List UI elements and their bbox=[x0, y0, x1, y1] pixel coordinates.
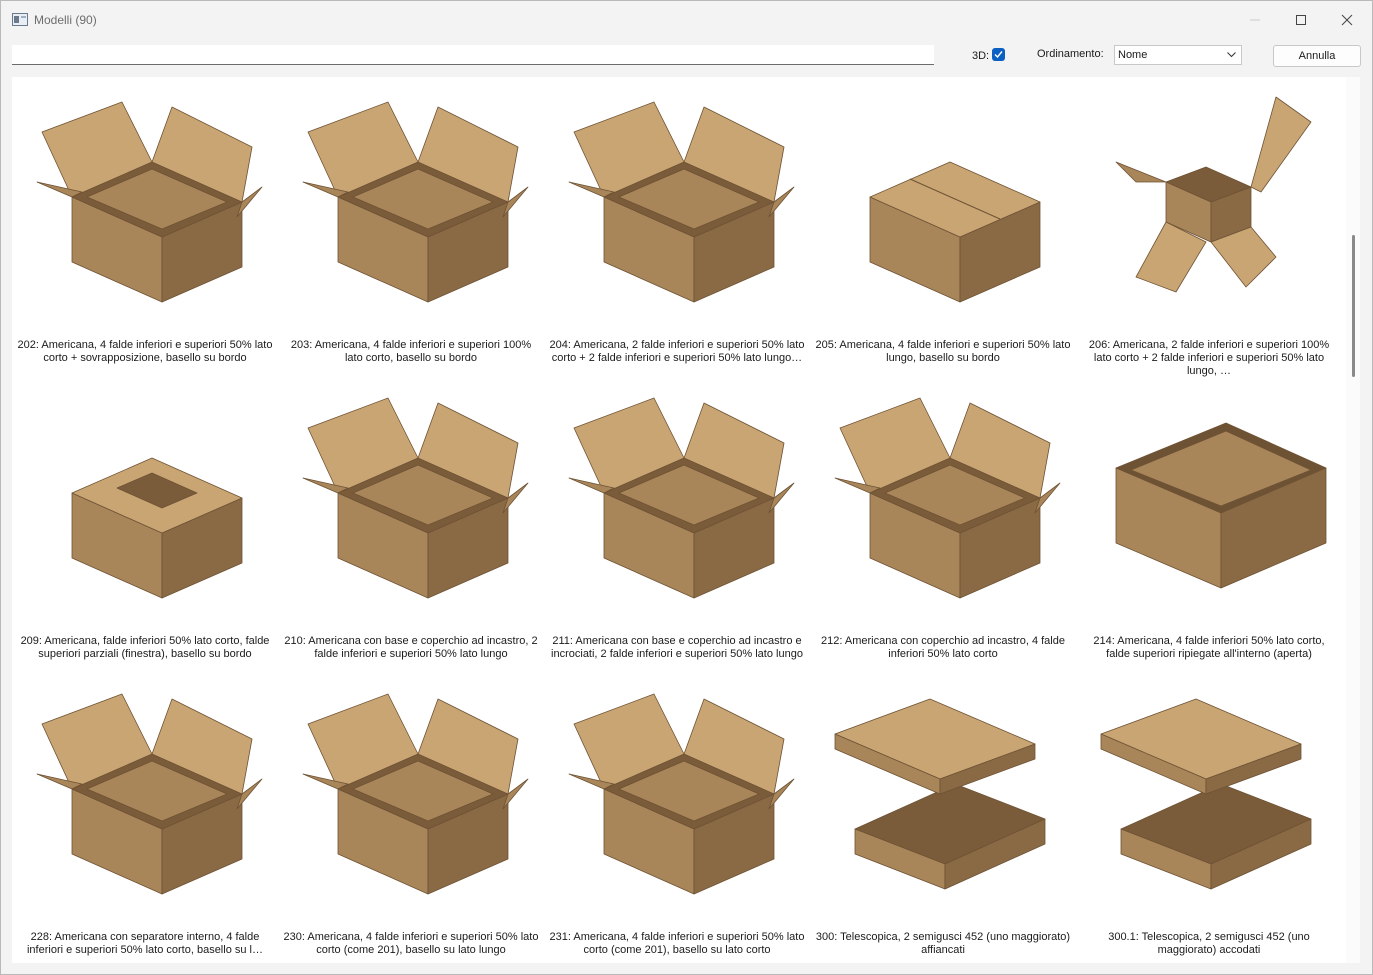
minimize-button[interactable] bbox=[1232, 1, 1278, 39]
model-item[interactable]: 300: Telescopica, 2 semigusci 452 (uno m… bbox=[810, 669, 1076, 963]
models-grid: 202: Americana, 4 falde inferiori e supe… bbox=[12, 77, 1346, 963]
window-title: Modelli (90) bbox=[34, 13, 97, 27]
sort-select-value: Nome bbox=[1118, 49, 1148, 61]
close-icon bbox=[1341, 14, 1353, 26]
box-separator-icon bbox=[36, 693, 263, 895]
model-item[interactable]: 231: Americana, 4 falde inferiori e supe… bbox=[544, 669, 810, 963]
model-caption: 202: Americana, 4 falde inferiori e supe… bbox=[17, 339, 273, 364]
model-item[interactable]: 204: Americana, 2 falde inferiori e supe… bbox=[544, 77, 810, 373]
model-caption: 211: Americana con base e coperchio ad i… bbox=[551, 635, 803, 660]
box-open-4-flaps-icon bbox=[36, 101, 263, 303]
model-caption: 205: Americana, 4 falde inferiori e supe… bbox=[815, 339, 1071, 364]
box-interlock-icon bbox=[302, 397, 529, 599]
sort-label: Ordinamento: bbox=[1037, 48, 1104, 60]
models-dialog: Modelli (90) 3D: Ordinamento: Nome Annul… bbox=[0, 0, 1373, 975]
sort-select[interactable]: Nome bbox=[1114, 45, 1242, 65]
title-bar[interactable]: Modelli (90) bbox=[1, 1, 1372, 39]
box-telescope-icon bbox=[834, 698, 1046, 890]
model-caption: 210: Americana con base e coperchio ad i… bbox=[284, 635, 538, 660]
close-button[interactable] bbox=[1324, 1, 1370, 39]
model-item[interactable]: 202: Americana, 4 falde inferiori e supe… bbox=[12, 77, 278, 373]
model-caption: 203: Americana, 4 falde inferiori e supe… bbox=[290, 339, 532, 364]
model-item[interactable]: 230: Americana, 4 falde inferiori e supe… bbox=[278, 669, 544, 963]
model-item[interactable]: 214: Americana, 4 falde inferiori 50% la… bbox=[1076, 373, 1342, 669]
box-cross-flaps-icon bbox=[1115, 96, 1312, 293]
model-item[interactable]: 206: Americana, 2 falde inferiori e supe… bbox=[1076, 77, 1342, 377]
box-open-4-flaps-icon bbox=[568, 101, 795, 303]
model-item[interactable]: 300.1: Telescopica, 2 semigusci 452 (uno… bbox=[1076, 669, 1342, 963]
3d-label: 3D: bbox=[972, 50, 990, 62]
chevron-down-icon bbox=[1227, 52, 1236, 58]
cancel-button[interactable]: Annulla bbox=[1273, 45, 1361, 67]
3d-checkbox[interactable] bbox=[992, 48, 1005, 61]
maximize-icon bbox=[1296, 15, 1306, 25]
model-item[interactable]: 212: Americana con coperchio ad incastro… bbox=[810, 373, 1076, 669]
box-open-long-flaps-icon bbox=[302, 101, 529, 303]
box-open-4-flaps-icon bbox=[302, 693, 529, 895]
model-item[interactable]: 210: Americana con base e coperchio ad i… bbox=[278, 373, 544, 669]
model-item[interactable]: 205: Americana, 4 falde inferiori e supe… bbox=[810, 77, 1076, 373]
vertical-scrollbar[interactable] bbox=[1346, 77, 1360, 963]
model-caption: 204: Americana, 2 falde inferiori e supe… bbox=[549, 339, 805, 364]
search-input[interactable] bbox=[12, 45, 934, 65]
box-open-4-flaps-icon bbox=[568, 693, 795, 895]
model-item[interactable]: 228: Americana con separatore interno, 4… bbox=[12, 669, 278, 963]
toolbar: 3D: Ordinamento: Nome Annulla bbox=[1, 39, 1372, 75]
model-caption: 300.1: Telescopica, 2 semigusci 452 (uno… bbox=[1108, 931, 1310, 956]
checkmark-icon bbox=[994, 51, 1003, 59]
model-caption: 212: Americana con coperchio ad incastro… bbox=[821, 635, 1065, 660]
box-telescope-icon bbox=[1100, 698, 1312, 890]
model-caption: 231: Americana, 4 falde inferiori e supe… bbox=[549, 931, 805, 956]
box-interlock-icon bbox=[568, 397, 795, 599]
box-closed-icon bbox=[869, 161, 1041, 303]
maximize-button[interactable] bbox=[1278, 1, 1324, 39]
box-tray-icon bbox=[1115, 422, 1327, 589]
model-caption: 214: Americana, 4 falde inferiori 50% la… bbox=[1093, 635, 1325, 660]
model-caption: 230: Americana, 4 falde inferiori e supe… bbox=[283, 931, 539, 956]
app-icon bbox=[12, 13, 28, 26]
box-window-icon bbox=[71, 457, 243, 599]
model-caption: 209: Americana, falde inferiori 50% lato… bbox=[20, 635, 270, 660]
box-interlock-open-icon bbox=[834, 397, 1061, 599]
model-item[interactable]: 209: Americana, falde inferiori 50% lato… bbox=[12, 373, 278, 669]
model-caption: 300: Telescopica, 2 semigusci 452 (uno m… bbox=[815, 931, 1071, 956]
model-item[interactable]: 211: Americana con base e coperchio ad i… bbox=[544, 373, 810, 669]
scrollbar-thumb[interactable] bbox=[1352, 235, 1355, 377]
model-item[interactable]: 203: Americana, 4 falde inferiori e supe… bbox=[278, 77, 544, 373]
model-caption: 228: Americana con separatore interno, 4… bbox=[26, 931, 263, 956]
minimize-icon bbox=[1250, 19, 1260, 21]
